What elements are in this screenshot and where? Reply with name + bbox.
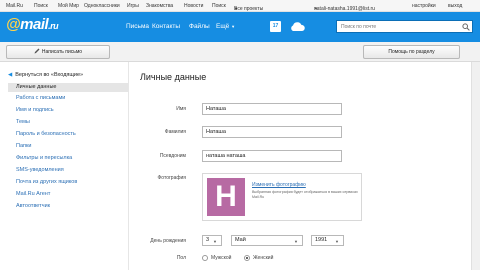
birth-day-select[interactable]: 3 ▼ <box>202 235 222 246</box>
at-icon: @ <box>6 16 21 33</box>
birth-year-select[interactable]: 1991 ▼ <box>311 235 344 246</box>
scrollbar[interactable] <box>471 62 480 270</box>
portal-link-myworld[interactable]: Мой Мир <box>58 3 79 9</box>
settings-link[interactable]: настройки <box>412 3 436 9</box>
compose-label: Написать письмо <box>41 49 83 55</box>
nav-more-label: Ещё <box>216 23 230 30</box>
sidebar-item-folders[interactable]: Папки <box>8 142 128 151</box>
chevron-down-icon: ▼ <box>231 24 236 29</box>
birth-day-value: 3 <box>206 237 210 243</box>
last-name-label: Фамилия <box>164 129 186 135</box>
nav-contacts[interactable]: Контакты <box>152 23 180 30</box>
birth-month-select[interactable]: Май ▼ <box>231 235 303 246</box>
chevron-down-icon: ▼ <box>213 239 217 244</box>
sidebar-item-themes[interactable]: Темы <box>8 118 128 127</box>
chevron-down-icon: ▼ <box>335 239 339 244</box>
portal-link-games[interactable]: Игры <box>127 3 139 9</box>
sidebar-item-agent[interactable]: Mail.Ru Агент <box>8 190 128 199</box>
first-name-label: Имя <box>176 106 186 112</box>
birth-month-value: Май <box>235 237 246 243</box>
help-button[interactable]: Помощь по разделу <box>363 45 460 59</box>
nickname-label: Псевдоним <box>159 153 186 159</box>
sidebar-item-other-mailboxes[interactable]: Почта из других ящиков <box>8 178 128 187</box>
sidebar-item-filters[interactable]: Фильтры и пересылка <box>8 154 128 163</box>
nav-files[interactable]: Файлы <box>189 23 210 30</box>
calendar-icon[interactable]: 17 <box>270 21 281 32</box>
change-photo-link[interactable]: Изменить фотографию <box>252 182 306 188</box>
logout-link[interactable]: выход <box>448 3 462 9</box>
arrow-left-icon: ◀ <box>8 72 13 78</box>
chevron-down-icon: ▼ <box>234 6 238 11</box>
page-title: Личные данные <box>140 72 207 82</box>
nickname-field[interactable] <box>202 150 342 162</box>
sidebar-item-autoreply[interactable]: Автоответчик <box>8 202 128 211</box>
nav-more[interactable]: Ещё ▼ <box>216 23 235 30</box>
pencil-icon <box>34 48 40 54</box>
back-to-inbox-label: Вернуться во «Входящие» <box>15 72 84 78</box>
photo-panel: Н Изменить фотографию Выбранная фотограф… <box>202 173 362 221</box>
sidebar-item-password-security[interactable]: Пароль и безопасность <box>8 130 128 139</box>
birth-year-value: 1991 <box>315 237 328 243</box>
sidebar-item-mail-handling[interactable]: Работа с письмами <box>8 94 128 103</box>
compose-button[interactable]: Написать письмо <box>6 45 110 59</box>
mail-logo[interactable]: @mail.ru <box>6 16 59 38</box>
photo-label: Фотография <box>157 175 187 181</box>
birthday-label: День рождения <box>150 238 186 244</box>
gender-female-label: Женский <box>253 255 274 261</box>
sidebar-item-name-signature[interactable]: Имя и подпись <box>8 106 128 115</box>
portal-link-news[interactable]: Новости <box>184 3 203 9</box>
first-name-field[interactable] <box>202 103 342 115</box>
portal-bar: Mail.Ru Поиск Мой Мир Одноклассники Игры… <box>0 0 480 12</box>
toolbar: Написать письмо Помощь по разделу <box>0 42 480 62</box>
main-header: @mail.ru Письма Контакты Файлы Ещё ▼ 17 <box>0 12 480 42</box>
portal-link-search2[interactable]: Поиск <box>212 3 226 9</box>
back-to-inbox-link[interactable]: ◀ Вернуться во «Входящие» <box>8 72 83 78</box>
nav-letters[interactable]: Письма <box>126 23 149 30</box>
portal-link-ok[interactable]: Одноклассники <box>84 3 120 9</box>
gender-female-radio[interactable] <box>244 255 250 261</box>
photo-hint: Выбранная фотография будет отображаться … <box>252 190 358 199</box>
chevron-down-icon: ▼ <box>294 239 298 244</box>
portal-link-search[interactable]: Поиск <box>34 3 48 9</box>
portal-link-dating[interactable]: Знакомства <box>146 3 173 9</box>
sidebar-item-personal-data[interactable]: Личные данные <box>8 83 128 92</box>
search-icon[interactable] <box>462 23 470 31</box>
settings-page: Mail.Ru Поиск Мой Мир Одноклассники Игры… <box>0 0 480 270</box>
sidebar-item-sms[interactable]: SMS-уведомления <box>8 166 128 175</box>
logo-text: mail <box>20 16 49 33</box>
personal-data-panel: Личные данные Имя Фамилия Псевдоним Фото… <box>128 62 462 270</box>
gender-label: Пол <box>176 255 186 261</box>
search-input[interactable] <box>336 20 473 33</box>
avatar[interactable]: Н <box>207 178 245 216</box>
cloud-icon[interactable] <box>289 21 305 32</box>
settings-sidebar: ◀ Вернуться во «Входящие» Личные данные Р… <box>0 62 128 270</box>
gender-male-label: Мужской <box>211 255 232 261</box>
last-name-field[interactable] <box>202 126 342 138</box>
logo-suffix: .ru <box>48 21 59 31</box>
chevron-down-icon: ▼ <box>314 6 318 11</box>
portal-link-mailru[interactable]: Mail.Ru <box>6 3 23 9</box>
gender-male-radio[interactable] <box>202 255 208 261</box>
